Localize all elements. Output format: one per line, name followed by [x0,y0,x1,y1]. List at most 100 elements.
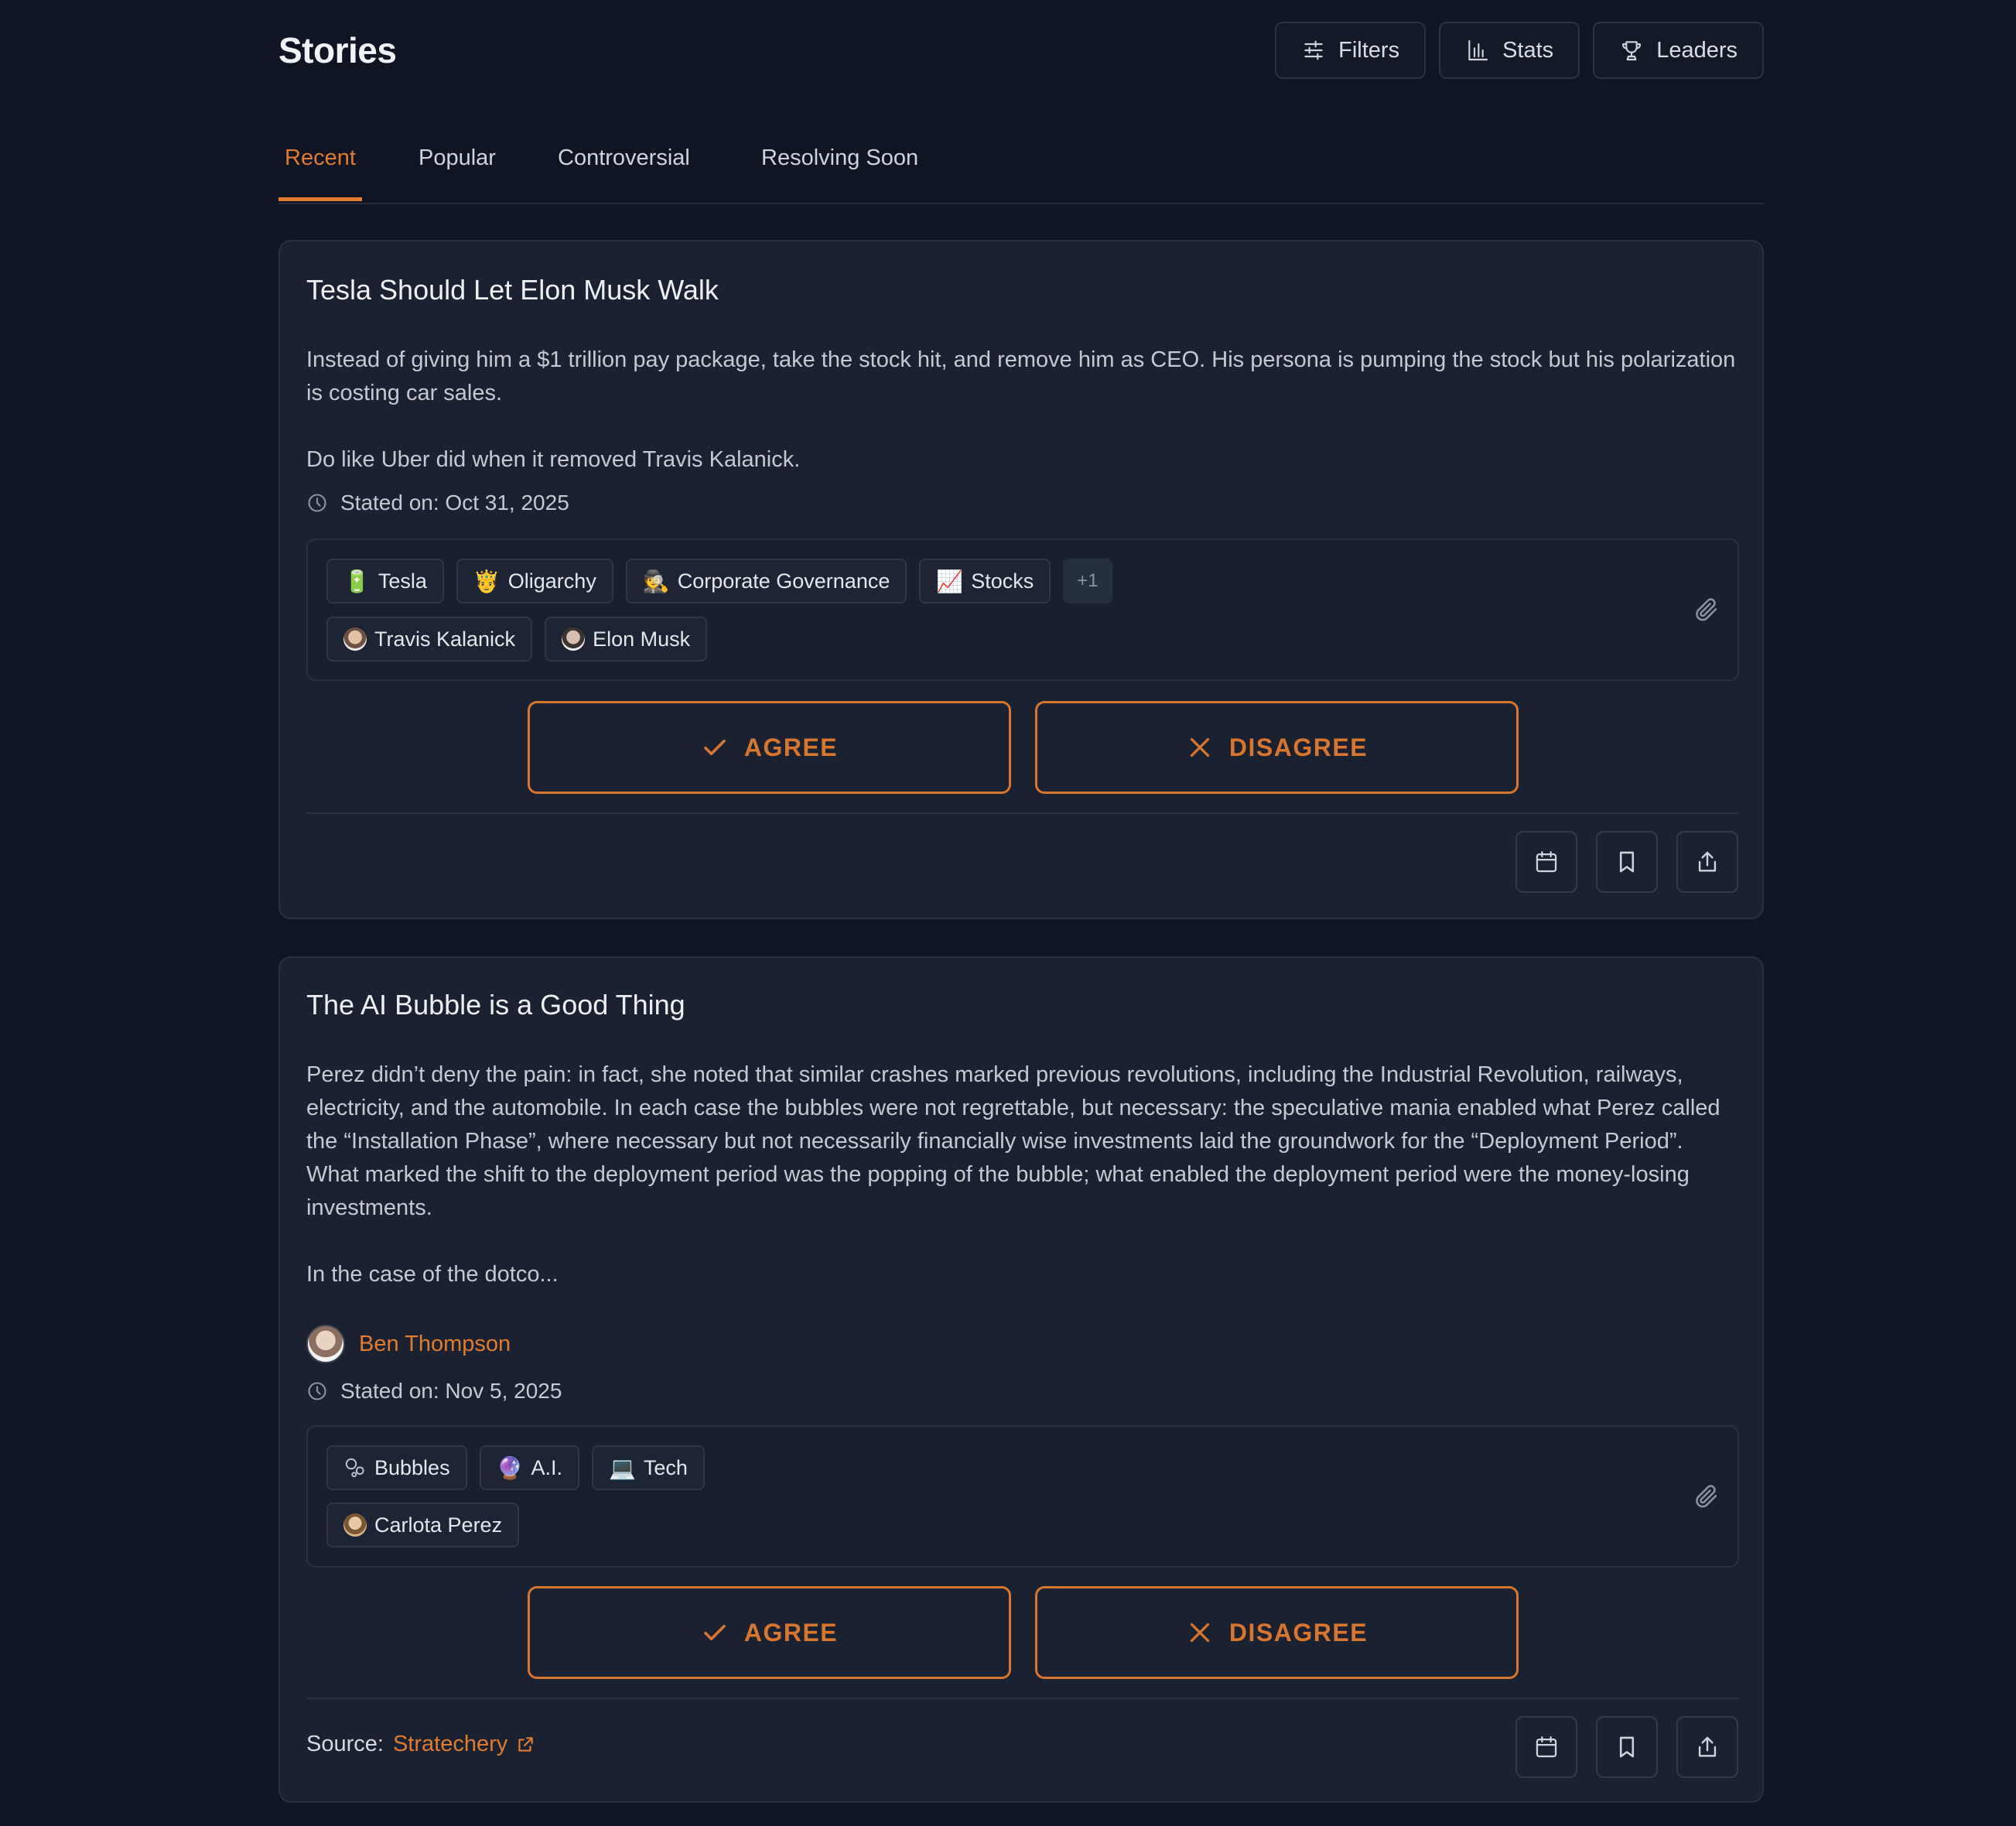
stated-date: Stated on: Oct 31, 2025 [306,491,569,515]
stats-button[interactable]: Stats [1439,22,1580,79]
calendar-icon [1536,851,1557,873]
topic-tags: 🔋 Tesla 🤴 Oligarchy 🕵️ Corporate Governance… [326,559,1112,604]
tag-label: Corporate Governance [677,569,890,593]
source: Source: Stratechery [306,1732,535,1757]
bookmark-button[interactable] [1596,1716,1658,1778]
external-link-icon [518,1736,533,1752]
disagree-label: DISAGREE [1228,1618,1368,1646]
bar-chart-icon [1468,39,1488,61]
calendar-button[interactable] [1515,1716,1577,1778]
detective-icon: 🕵️ [642,569,670,593]
filters-label: Filters [1338,37,1400,63]
agree-button[interactable]: AGREE [528,1586,1011,1679]
topic-tag[interactable]: 📈 Stocks [919,559,1051,604]
paperclip-icon[interactable] [1693,596,1720,624]
author-name: Ben Thompson [359,1331,511,1356]
story-card: The AI Bubble is a Good Thing Perez didn… [278,956,1764,1803]
author-avatar [306,1325,345,1363]
people-tags: Carlota Perez [326,1503,520,1547]
topic-tag[interactable]: 🕵️ Corporate Governance [625,559,907,604]
topic-tag[interactable]: 🔋 Tesla [326,559,444,604]
tag-label: Tesla [378,569,427,593]
tab-bar: Recent Popular Controversial Resolving S… [278,102,1764,204]
page-title: Stories [278,30,397,70]
stated-date-text: Stated on: Nov 5, 2025 [340,1379,562,1403]
laptop-icon: 💻 [608,1455,636,1480]
topic-tag[interactable]: 🤴 Oligarchy [456,559,613,604]
stated-date-text: Stated on: Oct 31, 2025 [340,491,569,515]
topic-tag[interactable]: Bubbles [326,1445,467,1490]
stated-date: Stated on: Nov 5, 2025 [306,1379,562,1404]
story-title[interactable]: Tesla Should Let Elon Musk Walk [306,274,719,306]
check-icon [704,1624,726,1641]
person-tag[interactable]: Travis Kalanick [326,617,533,662]
prince-icon: 🤴 [473,569,501,593]
x-icon [1190,1623,1210,1643]
filters-button[interactable]: Filters [1275,22,1427,79]
clock-icon [308,1382,326,1400]
tag-label: Stocks [971,569,1034,593]
tag-label: Tech [643,1455,688,1479]
tab-controversial[interactable]: Controversial [552,145,696,201]
story-text: Instead of giving him a $1 trillion pay … [306,347,1736,405]
bookmark-button[interactable] [1596,831,1658,893]
more-tags-badge[interactable]: +1 [1063,559,1112,604]
tag-label: Oligarchy [507,569,596,593]
story-title[interactable]: The AI Bubble is a Good Thing [306,989,685,1021]
person-avatar [343,627,367,651]
disagree-button[interactable]: DISAGREE [1035,701,1519,794]
person-avatar [562,627,586,651]
calendar-icon [1536,1736,1557,1758]
divider [306,1698,1739,1699]
battery-icon: 🔋 [343,569,371,593]
agree-button[interactable]: AGREE [528,701,1011,794]
tag-label: Elon Musk [593,627,691,651]
bubbles-icon [345,1458,364,1478]
x-icon [1190,737,1210,757]
share-icon [1698,1736,1717,1757]
calendar-button[interactable] [1515,831,1577,893]
topic-tag[interactable]: 💻 Tech [591,1445,705,1490]
crystal-ball-icon: 🔮 [496,1455,524,1480]
tag-label: Bubbles [374,1455,450,1479]
bookmark-icon [1619,851,1635,873]
tab-resolving-soon[interactable]: Resolving Soon [755,145,924,201]
bookmark-icon [1619,1736,1635,1758]
stats-label: Stats [1502,37,1554,63]
tag-box: Bubbles 🔮 A.I. 💻 Tech Carlota Perez [306,1425,1739,1568]
story-card: Tesla Should Let Elon Musk Walk Instead … [278,240,1764,919]
tab-recent[interactable]: Recent [278,145,362,201]
topic-tags: Bubbles 🔮 A.I. 💻 Tech [326,1445,705,1490]
disagree-label: DISAGREE [1228,733,1368,761]
disagree-button[interactable]: DISAGREE [1035,1586,1519,1679]
paperclip-icon[interactable] [1693,1482,1720,1510]
divider [306,812,1739,814]
people-tags: Travis Kalanick Elon Musk [326,617,708,662]
person-tag[interactable]: Elon Musk [545,617,708,662]
share-button[interactable] [1676,831,1738,893]
leaders-button[interactable]: Leaders [1593,22,1764,79]
sliders-icon [1304,40,1323,60]
source-label: Source: [306,1732,384,1756]
tag-label: Travis Kalanick [374,627,516,651]
agree-label: AGREE [743,733,839,761]
clock-icon [308,494,326,512]
source-name: Stratechery [392,1732,508,1756]
story-text: Do like Uber did when it removed Travis … [306,447,801,472]
story-text: Perez didn’t deny the pain: in fact, she… [306,1062,1720,1220]
person-tag[interactable]: Carlota Perez [326,1503,520,1547]
leaders-label: Leaders [1656,37,1738,63]
source-link[interactable]: Stratechery [393,1732,535,1757]
tag-label: A.I. [531,1455,562,1479]
tab-popular[interactable]: Popular [412,145,502,201]
trophy-icon [1622,41,1642,61]
agree-label: AGREE [743,1618,839,1646]
check-icon [704,739,726,756]
share-icon [1698,851,1717,872]
topic-tag[interactable]: 🔮 A.I. [479,1445,579,1490]
author[interactable]: Ben Thompson [306,1325,511,1363]
share-button[interactable] [1676,1716,1738,1778]
tag-label: Carlota Perez [374,1513,503,1537]
tag-box: 🔋 Tesla 🤴 Oligarchy 🕵️ Corporate Governance… [306,539,1739,681]
header-actions: Filters Stats Leaders [1275,22,1764,79]
